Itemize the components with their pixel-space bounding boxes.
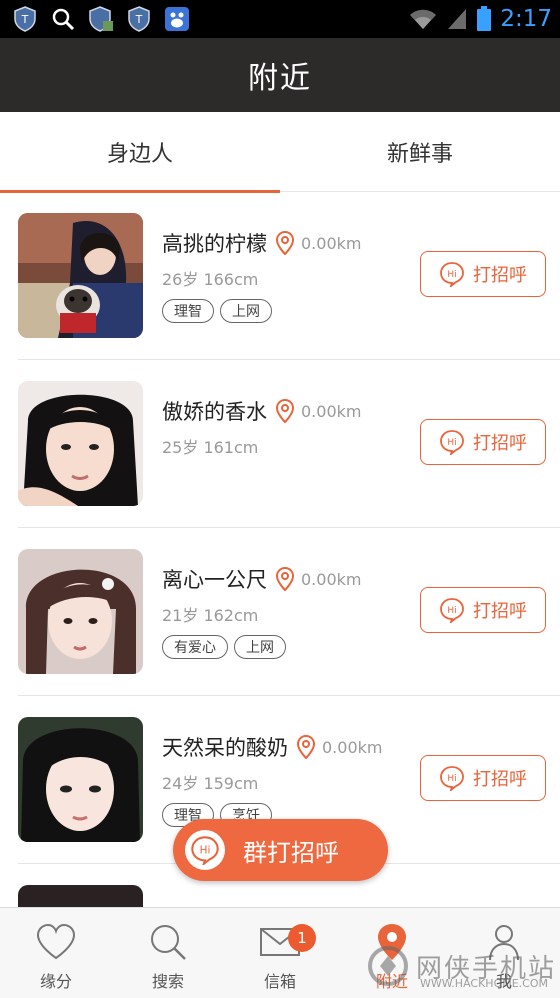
user-meta: 26岁 166cm: [162, 270, 259, 289]
tag-list: 有爱心 上网: [162, 635, 286, 659]
svg-text:Hi: Hi: [447, 438, 456, 448]
unread-badge: 1: [288, 924, 316, 952]
nav-item-mailbox[interactable]: 1 信箱: [224, 908, 336, 998]
greet-button[interactable]: Hi 打招呼: [420, 251, 546, 297]
hi-bubble-icon: Hi: [440, 262, 464, 287]
hi-bubble-icon: Hi: [440, 598, 464, 623]
tag-list: 理智 上网: [162, 299, 272, 323]
svg-text:Hi: Hi: [447, 270, 456, 280]
heart-icon: [34, 922, 78, 962]
avatar[interactable]: [18, 549, 143, 674]
tag: 有爱心: [162, 635, 228, 659]
tab-nearby-people[interactable]: 身边人: [0, 112, 280, 193]
watermark-logo-icon: [367, 946, 408, 986]
greet-label: 打招呼: [473, 601, 527, 622]
search-icon: [146, 922, 190, 962]
group-greet-button[interactable]: Hi 群打招呼: [173, 819, 388, 881]
greet-button[interactable]: Hi 打招呼: [420, 419, 546, 465]
distance-text: 0.00km: [301, 233, 362, 253]
signal-icon: [448, 9, 467, 29]
svg-text:Hi: Hi: [447, 606, 456, 616]
user-name: 天然呆的酸奶: [162, 736, 288, 760]
greet-label: 打招呼: [473, 265, 527, 286]
user-name: 离心一公尺: [162, 568, 267, 592]
tab-bar: 身边人 新鲜事: [0, 112, 560, 193]
nav-item-search[interactable]: 搜索: [112, 908, 224, 998]
location-pin-icon: [275, 399, 295, 423]
location-pin-icon: [275, 567, 295, 591]
nav-label: 搜索: [151, 972, 184, 991]
title-bar: 附近: [0, 38, 560, 112]
status-bar: T T 2:17: [0, 0, 560, 38]
page-title: 附近: [248, 61, 312, 96]
greet-label: 打招呼: [473, 433, 527, 454]
search-status-icon: [50, 6, 76, 32]
greet-button[interactable]: Hi 打招呼: [420, 755, 546, 801]
baidu-app-icon: [164, 6, 190, 32]
nav-label: 信箱: [263, 972, 296, 991]
greet-label: 打招呼: [473, 769, 527, 790]
watermark: 网侠手机站 WWW.HACKHOME.COM: [366, 944, 556, 990]
user-row[interactable]: 高挑的柠檬 0.00km 26岁 166cm 理智 上网 Hi 打招呼: [18, 192, 560, 360]
avatar[interactable]: [18, 213, 143, 338]
distance-text: 0.00km: [301, 569, 362, 589]
group-greet-label: 群打招呼: [243, 838, 339, 867]
user-name: 傲娇的香水: [162, 400, 267, 424]
shield-app-icon: T: [12, 6, 38, 32]
svg-text:T: T: [21, 13, 29, 26]
location-pin-icon: [275, 231, 295, 255]
wifi-icon: [410, 9, 437, 29]
tag: 上网: [234, 635, 286, 659]
avatar[interactable]: [18, 381, 143, 506]
user-meta: 25岁 161cm: [162, 438, 259, 457]
shield-app-icon-3: T: [126, 6, 152, 32]
user-name: 高挑的柠檬: [162, 232, 267, 256]
nav-item-fate[interactable]: 缘分: [0, 908, 112, 998]
distance-text: 0.00km: [322, 737, 383, 757]
user-row[interactable]: 离心一公尺 0.00km 21岁 162cm 有爱心 上网 Hi 打招呼: [18, 528, 560, 696]
hi-bubble-icon: Hi: [185, 830, 225, 870]
nav-label: 缘分: [39, 972, 72, 991]
hi-bubble-icon: Hi: [440, 430, 464, 455]
svg-text:Hi: Hi: [200, 844, 211, 856]
hi-bubble-icon: Hi: [440, 766, 464, 791]
greet-button[interactable]: Hi 打招呼: [420, 587, 546, 633]
battery-icon: [477, 6, 492, 31]
user-meta: 21岁 162cm: [162, 606, 259, 625]
tag: 理智: [162, 299, 214, 323]
shield-app-icon-2: [88, 6, 114, 32]
svg-text:Hi: Hi: [447, 774, 456, 784]
status-time: 2:17: [500, 6, 552, 32]
location-pin-icon: [296, 735, 316, 759]
tag: 上网: [220, 299, 272, 323]
user-row[interactable]: 傲娇的香水 0.00km 25岁 161cm Hi 打招呼: [18, 360, 560, 528]
avatar[interactable]: [18, 717, 143, 842]
watermark-url: WWW.HACKHOME.COM: [419, 977, 548, 990]
svg-text:T: T: [135, 13, 143, 26]
tab-news[interactable]: 新鲜事: [280, 112, 560, 192]
distance-text: 0.00km: [301, 401, 362, 421]
user-meta: 24岁 159cm: [162, 774, 259, 793]
